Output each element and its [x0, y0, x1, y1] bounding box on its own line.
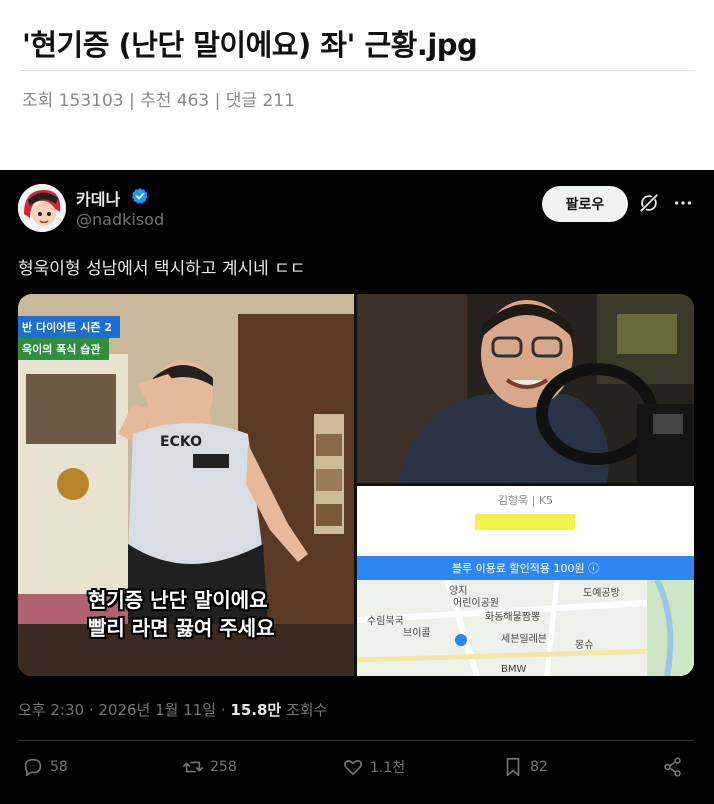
tweet-media[interactable]: ECKO 반 다이어트 시즌 2 욱이의 폭식 습관 현기증 난단 말이에요 빨…	[18, 294, 694, 676]
show-title-badge: 반 다이어트 시즌 2	[18, 316, 120, 338]
like-button[interactable]: 1.1천	[342, 756, 405, 778]
reply-count: 58	[50, 759, 68, 775]
grok-icon[interactable]	[638, 192, 660, 214]
reply-button[interactable]: 58	[22, 756, 68, 778]
map-label: 몽슈	[575, 640, 594, 651]
retweet-button[interactable]: 258	[182, 756, 237, 778]
subtitle-line-1: 현기증 난단 말이에요	[88, 588, 268, 612]
discount-banner: 블루 이용료 할인적용 100원 ⓘ	[357, 556, 694, 580]
taxi-driver-image[interactable]	[357, 294, 694, 483]
avatar[interactable]	[18, 184, 66, 232]
page-title: '현기증 (난단 말이에요) 좌' 근황.jpg	[22, 28, 478, 62]
action-bar: 58 258 1.1천 82	[18, 756, 694, 782]
map-label: BMW	[501, 664, 527, 675]
map-label: 수림북국	[367, 616, 404, 627]
like-count: 1.1천	[370, 760, 406, 776]
display-name[interactable]: 카데나	[76, 186, 120, 210]
heart-icon	[344, 760, 362, 776]
reply-icon	[24, 758, 42, 777]
tv-show-image[interactable]: ECKO 반 다이어트 시즌 2 욱이의 폭식 습관 현기증 난단 말이에요 빨…	[18, 294, 354, 676]
post-stats: 조회 153103 | 추천 463 | 댓글 211	[22, 91, 295, 111]
redacted-highlight	[475, 514, 575, 530]
subtitle-line-2: 빨리 라면 끓여 주세요	[88, 616, 275, 640]
verified-badge-icon	[132, 188, 148, 204]
map-label: 어린이공원	[453, 598, 499, 609]
bookmark-count: 82	[530, 759, 548, 775]
more-options-icon[interactable]	[672, 192, 694, 214]
taxi-app-screenshot[interactable]: 김형욱 | K5 블루 이용료 할인적용 100원 ⓘ 양지 어린이공원 화동해…	[357, 486, 694, 676]
action-divider	[18, 740, 694, 741]
share-button[interactable]	[662, 756, 684, 778]
tweet-timestamp[interactable]: 오후 2:30 · 2026년 1월 11일 · 15.8만 조회수	[18, 699, 327, 720]
map-label: 브이콜	[403, 628, 431, 639]
retweet-icon	[183, 761, 203, 773]
bookmark-button[interactable]: 82	[502, 756, 548, 778]
user-handle[interactable]: @nadkisod	[76, 210, 164, 229]
bookmark-icon	[506, 757, 520, 777]
driver-info: 김형욱 | K5	[497, 494, 554, 507]
shirt-text: ECKO	[160, 434, 202, 450]
embedded-tweet: 카데나 @nadkisod 팔로우 형욱이형 성남에서 택시하고 계시네 ㄷㄷ	[0, 170, 714, 804]
retweet-count: 258	[210, 759, 237, 775]
tweet-text: 형욱이형 성남에서 택시하고 계시네 ㄷㄷ	[18, 259, 306, 279]
map-label: 세븐일레븐	[501, 634, 547, 645]
share-icon	[664, 757, 681, 777]
views-count: 15.8만	[230, 701, 282, 719]
title-divider	[20, 70, 695, 71]
map-label: 화동해물짬뽕	[485, 612, 541, 623]
map-label: 도예공방	[583, 588, 620, 599]
map[interactable]: 양지 어린이공원 화동해물짬뽕 수림북국 브이콜 세븐일레븐 몽슈 도예공방 B…	[357, 580, 694, 676]
follow-button[interactable]: 팔로우	[542, 186, 628, 222]
episode-badge: 욱이의 폭식 습관	[18, 338, 109, 360]
